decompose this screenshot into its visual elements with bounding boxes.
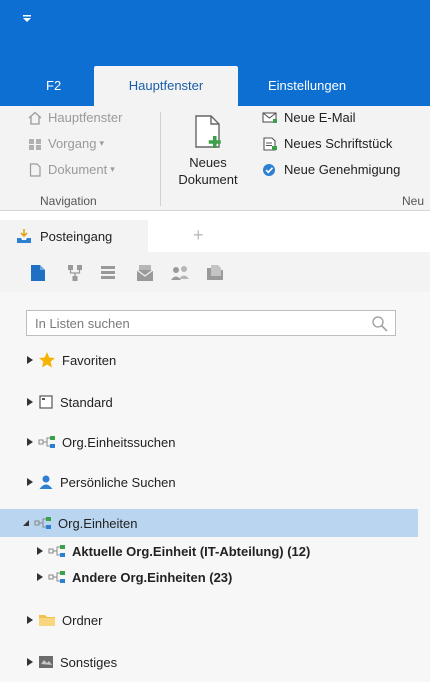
tree-item-org-einheiten[interactable]: Org.Einheiten xyxy=(0,509,418,537)
search-placeholder: In Listen suchen xyxy=(35,316,130,331)
nav-vorgang-label: Vorgang xyxy=(48,136,97,151)
expand-arrow-icon[interactable] xyxy=(36,572,44,582)
tree-label: Org.Einheiten xyxy=(58,515,138,531)
tree-label: Standard xyxy=(60,394,113,410)
add-tab-button[interactable]: + xyxy=(193,226,204,244)
tree-item-aktuelle-org-einheit[interactable]: Aktuelle Org.Einheit (IT-Abteilung) (12) xyxy=(0,537,430,565)
dropdown-arrow-icon[interactable] xyxy=(22,14,32,24)
search-icon[interactable] xyxy=(371,315,389,333)
nav-dokument-button[interactable]: Dokument ▾ xyxy=(28,162,115,177)
tab-f2[interactable]: F2 xyxy=(46,66,74,106)
star-icon xyxy=(39,352,55,368)
nav-hauptfenster-button[interactable]: Hauptfenster xyxy=(28,110,122,125)
list-icon[interactable] xyxy=(100,264,116,282)
document-tabs: Posteingang + xyxy=(0,220,430,252)
new-letter-label: Neues Schriftstück xyxy=(284,136,393,151)
expand-arrow-icon[interactable] xyxy=(26,657,34,667)
new-mail-icon xyxy=(262,111,277,123)
tree-item-standard[interactable]: Standard xyxy=(0,388,430,416)
tree-item-favoriten[interactable]: Favoriten xyxy=(0,346,430,374)
expand-arrow-icon[interactable] xyxy=(26,437,34,447)
misc-icon xyxy=(39,656,53,668)
new-document-label-2: Dokument xyxy=(178,172,238,187)
workflow-icon[interactable] xyxy=(66,264,84,282)
chevron-down-icon: ▾ xyxy=(99,138,104,148)
tab-hauptfenster[interactable]: Hauptfenster xyxy=(94,66,238,106)
tree-label: Favoriten xyxy=(62,352,117,368)
tree-label: Sonstiges xyxy=(60,654,118,670)
tree-label: Persönliche Suchen xyxy=(60,474,176,490)
process-icon xyxy=(29,138,41,150)
nav-dokument-label: Dokument xyxy=(48,162,108,177)
user-icon xyxy=(39,475,53,489)
title-bar: F2 Hauptfenster Einstellungen xyxy=(0,0,430,106)
ribbon: Hauptfenster Vorgang ▾ Dokument ▾ Naviga… xyxy=(0,106,430,211)
inbox-icon xyxy=(17,229,31,243)
tab-posteingang-label: Posteingang xyxy=(40,228,113,244)
new-letter-button[interactable]: Neues Schriftstück xyxy=(262,136,392,151)
org-unit-icon xyxy=(38,436,55,448)
new-mail-label: Neue E-Mail xyxy=(284,110,356,125)
list-toolbar xyxy=(0,252,430,292)
expand-arrow-icon[interactable] xyxy=(26,477,34,487)
approval-icon xyxy=(263,163,275,176)
group-label-navigation: Navigation xyxy=(40,194,97,208)
tab-einstellungen[interactable]: Einstellungen xyxy=(268,66,346,106)
tree-item-org-einheitssuchen[interactable]: Org.Einheitssuchen xyxy=(0,428,430,456)
tree-label: Ordner xyxy=(62,612,103,628)
search-input[interactable]: In Listen suchen xyxy=(26,310,396,336)
collapse-arrow-icon[interactable] xyxy=(22,518,30,528)
org-unit-icon xyxy=(48,545,65,557)
tree-label: Aktuelle Org.Einheit (IT-Abteilung) (12) xyxy=(72,543,311,559)
tree-item-sonstiges[interactable]: Sonstiges xyxy=(0,648,430,676)
folder-icon xyxy=(39,615,55,626)
folder-document-icon[interactable] xyxy=(206,264,224,282)
window-icon xyxy=(39,395,53,409)
tree-item-andere-org-einheiten[interactable]: Andere Org.Einheiten (23) xyxy=(0,563,430,591)
ribbon-tabs: F2 Hauptfenster Einstellungen xyxy=(0,60,430,106)
org-unit-icon xyxy=(34,517,51,529)
expand-arrow-icon[interactable] xyxy=(26,397,34,407)
users-icon[interactable] xyxy=(170,264,190,282)
new-document-icon xyxy=(195,115,221,148)
expand-arrow-icon[interactable] xyxy=(26,615,34,625)
group-label-neu: Neu xyxy=(402,194,425,208)
new-approval-label: Neue Genehmigung xyxy=(284,162,401,177)
tree-label: Andere Org.Einheiten (23) xyxy=(72,569,233,585)
new-letter-icon xyxy=(263,136,277,151)
new-mail-button[interactable]: Neue E-Mail xyxy=(262,110,356,125)
org-unit-icon xyxy=(48,571,65,583)
tab-posteingang[interactable]: Posteingang xyxy=(0,220,148,252)
new-approval-button[interactable]: Neue Genehmigung xyxy=(262,162,400,177)
document-filled-icon[interactable] xyxy=(30,264,46,282)
nav-hauptfenster-label: Hauptfenster xyxy=(48,110,123,125)
home-icon xyxy=(28,111,42,125)
document-icon xyxy=(29,162,41,177)
expand-arrow-icon[interactable] xyxy=(36,546,44,556)
new-document-button[interactable]: Neues Dokument xyxy=(176,114,240,192)
group-separator xyxy=(160,112,161,206)
nav-vorgang-button[interactable]: Vorgang ▾ xyxy=(28,136,104,151)
mail-stack-icon[interactable] xyxy=(136,264,154,282)
tree-item-ordner[interactable]: Ordner xyxy=(0,606,430,634)
expand-arrow-icon[interactable] xyxy=(26,355,34,365)
tree-item-persoenliche-suchen[interactable]: Persönliche Suchen xyxy=(0,468,430,496)
tree-label: Org.Einheitssuchen xyxy=(62,434,176,450)
new-document-label-1: Neues xyxy=(189,155,227,170)
chevron-down-icon: ▾ xyxy=(110,164,115,174)
